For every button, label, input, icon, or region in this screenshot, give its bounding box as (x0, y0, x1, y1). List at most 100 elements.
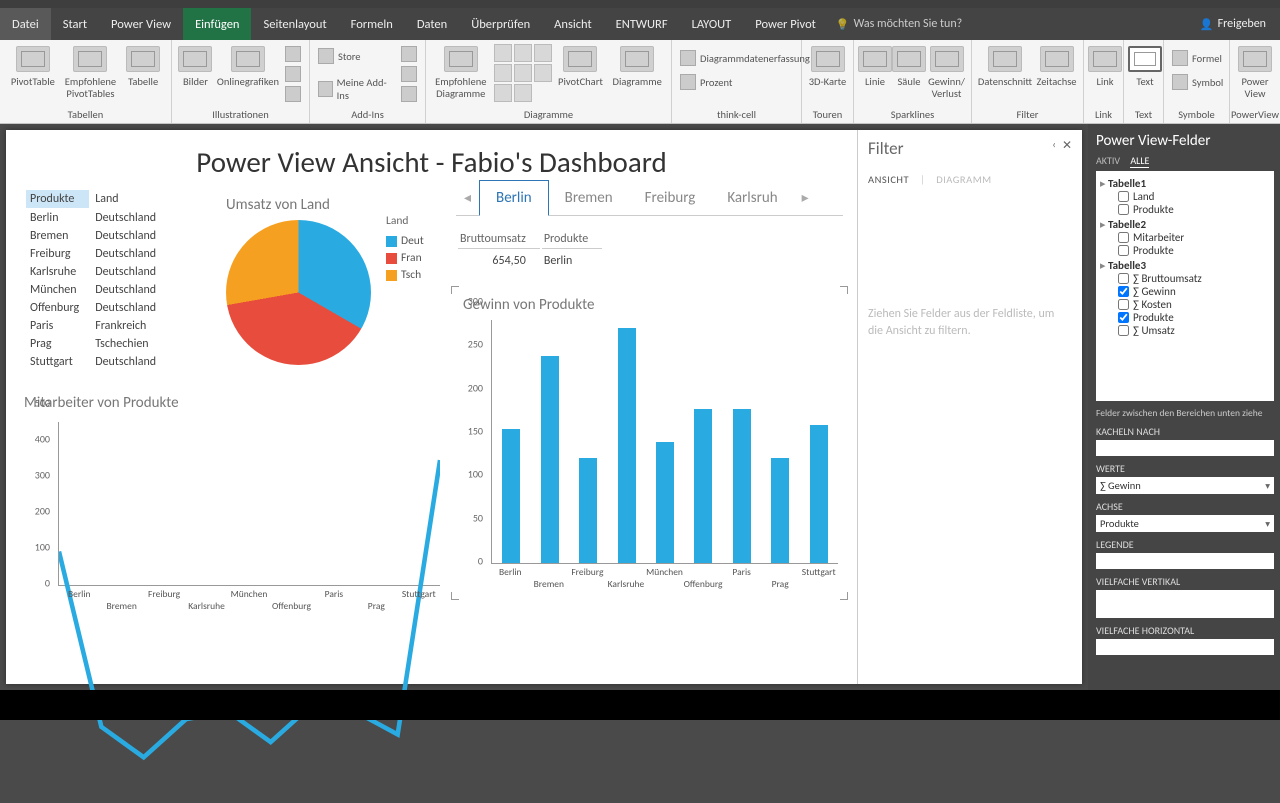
tile-berlin[interactable]: Berlin (479, 180, 549, 216)
pie-chart[interactable] (226, 220, 371, 365)
pivotchart-button[interactable]: PivotChart (556, 44, 606, 88)
tile-strip: ◂ Berlin Bremen Freiburg Karlsruh ▸ (456, 180, 843, 216)
zone-vh-label: VIELFACHE HORIZONTAL (1096, 624, 1274, 637)
smartart-icon[interactable] (283, 64, 303, 84)
tab-layout[interactable]: LAYOUT (680, 8, 744, 40)
zone-achse[interactable]: Produkte▾ (1096, 515, 1274, 532)
filter-hint: Ziehen Sie Felder aus der Feldliste, um … (868, 306, 1072, 340)
footer-bar (0, 690, 1280, 720)
line-chart[interactable]: 0100200300400500BerlinBremenFreiburgKarl… (24, 416, 444, 616)
group-label-filter: Filter (972, 108, 1083, 123)
tab-entwurf[interactable]: ENTWURF (604, 8, 680, 40)
zone-vv-label: VIELFACHE VERTIKAL (1096, 575, 1274, 588)
percent-button[interactable]: Prozent (678, 72, 812, 92)
group-label-text: Text (1124, 108, 1163, 123)
online-pictures-button[interactable]: Onlinegrafiken (217, 44, 279, 88)
tab-daten[interactable]: Daten (405, 8, 459, 40)
slicer-button[interactable]: Datenschnitt (978, 44, 1032, 88)
timeline-button[interactable]: Zeitachse (1036, 44, 1077, 88)
diagrams-button[interactable]: Diagramme (609, 44, 665, 88)
fields-title: Power View-Felder (1096, 132, 1274, 150)
group-label-diagramme: Diagramme (426, 108, 671, 123)
chart-type-grid[interactable] (494, 44, 552, 102)
group-label-link: Link (1084, 108, 1123, 123)
fields-tree[interactable]: Tabelle1 Land ProdukteTabelle2 Mitarbeit… (1096, 171, 1274, 401)
screenshot-icon[interactable] (283, 84, 303, 104)
table-button[interactable]: Tabelle (121, 44, 165, 88)
link-button[interactable]: Link (1090, 44, 1120, 88)
text-button[interactable]: Text (1130, 44, 1160, 88)
tile-next[interactable]: ▸ (794, 183, 817, 212)
filter-tab-diagramm[interactable]: DIAGRAMM (936, 173, 991, 186)
tile-prev[interactable]: ◂ (456, 183, 479, 212)
bar-chart[interactable]: 050100150200250300BerlinBremenFreiburgKa… (457, 314, 842, 594)
group-label-thinkcell: think-cell (672, 108, 801, 123)
tab-powerview[interactable]: Power View (99, 8, 183, 40)
zone-legende-label: LEGENDE (1096, 538, 1274, 551)
zone-achse-label: ACHSE (1096, 500, 1274, 513)
products-table[interactable]: ProdukteLandBerlinDeutschlandBremenDeuts… (24, 188, 168, 372)
group-label-powerview: PowerView (1230, 108, 1280, 123)
detail-table[interactable]: BruttoumsatzProdukte 654,50Berlin (456, 228, 604, 273)
sparkline-winloss[interactable]: Gewinn/ Verlust (928, 44, 965, 99)
pie-legend: Land Deut Fran Tsch (386, 214, 424, 285)
pie-title: Umsatz von Land (226, 196, 446, 214)
zone-werte-label: WERTE (1096, 462, 1274, 475)
addin3-icon[interactable] (399, 84, 419, 104)
group-label-illustrationen: Illustrationen (172, 108, 309, 123)
shapes-icon[interactable] (283, 44, 303, 64)
fields-tab-aktiv[interactable]: AKTIV (1096, 154, 1120, 167)
share-button[interactable]: Freigeben (1186, 8, 1280, 40)
window-titlebar (0, 0, 1280, 8)
zone-vh[interactable] (1096, 639, 1274, 655)
zone-kacheln[interactable] (1096, 440, 1274, 456)
filter-back-icon[interactable]: ‹ (1052, 138, 1056, 151)
fields-tab-alle[interactable]: ALLE (1130, 154, 1149, 168)
tab-powerpivot[interactable]: Power Pivot (743, 8, 828, 40)
powerview-report[interactable]: Power View Ansicht - Fabio's Dashboard P… (6, 130, 857, 684)
addin1-icon[interactable] (399, 44, 419, 64)
my-addins-button[interactable]: Meine Add-Ins (316, 74, 395, 104)
fields-pane: Power View-Felder AKTIV ALLE Tabelle1 La… (1088, 124, 1280, 690)
line-title: Mitarbeiter von Produkte (24, 394, 444, 412)
chart-data-capture[interactable]: Diagrammdatenerfassung (678, 48, 812, 68)
symbol-button[interactable]: Symbol (1170, 72, 1225, 92)
recommended-pivottables-button[interactable]: Empfohlene PivotTables (64, 44, 118, 99)
group-label-tabellen: Tabellen (0, 108, 171, 123)
3d-map-button[interactable]: 3D-Karte (808, 44, 847, 88)
formula-button[interactable]: Formel (1170, 48, 1225, 68)
tab-ansicht[interactable]: Ansicht (542, 8, 603, 40)
sparkline-column[interactable]: Säule (894, 44, 924, 88)
report-title: Power View Ansicht - Fabio's Dashboard (24, 144, 839, 180)
pivottable-button[interactable]: PivotTable (6, 44, 60, 88)
group-label-touren: Touren (802, 108, 853, 123)
zone-vv[interactable] (1096, 590, 1274, 618)
sparkline-line[interactable]: Linie (860, 44, 890, 88)
powerview-button[interactable]: Power View (1236, 44, 1274, 99)
recommended-charts-button[interactable]: Empfohlene Diagramme (432, 44, 490, 99)
zone-legende[interactable] (1096, 553, 1274, 569)
tell-me-input[interactable]: Was möchten Sie tun? (836, 8, 962, 40)
zone-werte[interactable]: ∑ Gewinn▾ (1096, 477, 1274, 494)
tab-datei[interactable]: Datei (0, 8, 51, 40)
group-label-addins: Add-Ins (310, 108, 425, 123)
filter-tab-ansicht[interactable]: ANSICHT (868, 173, 909, 186)
addin2-icon[interactable] (399, 64, 419, 84)
tab-einfuegen[interactable]: Einfügen (183, 8, 251, 40)
tab-ueberpruefen[interactable]: Überprüfen (459, 8, 542, 40)
tab-formeln[interactable]: Formeln (339, 8, 405, 40)
tile-freiburg[interactable]: Freiburg (629, 181, 712, 215)
store-button[interactable]: Store (316, 46, 395, 66)
ribbon: PivotTable Empfohlene PivotTables Tabell… (0, 40, 1280, 124)
bar-title: Gewinn von Produkte (463, 296, 842, 314)
fields-drag-hint: Felder zwischen den Bereichen unten zieh… (1096, 407, 1274, 419)
pictures-button[interactable]: Bilder (178, 44, 213, 88)
tab-seitenlayout[interactable]: Seitenlayout (251, 8, 338, 40)
tile-bremen[interactable]: Bremen (549, 181, 629, 215)
filter-title: Filter (868, 138, 1072, 159)
tile-karlsruhe[interactable]: Karlsruh (711, 181, 793, 215)
ribbon-tabs: Datei Start Power View Einfügen Seitenla… (0, 8, 1280, 40)
tab-start[interactable]: Start (51, 8, 99, 40)
zone-kacheln-label: KACHELN NACH (1096, 425, 1274, 438)
filter-close-icon[interactable]: ✕ (1062, 138, 1072, 153)
